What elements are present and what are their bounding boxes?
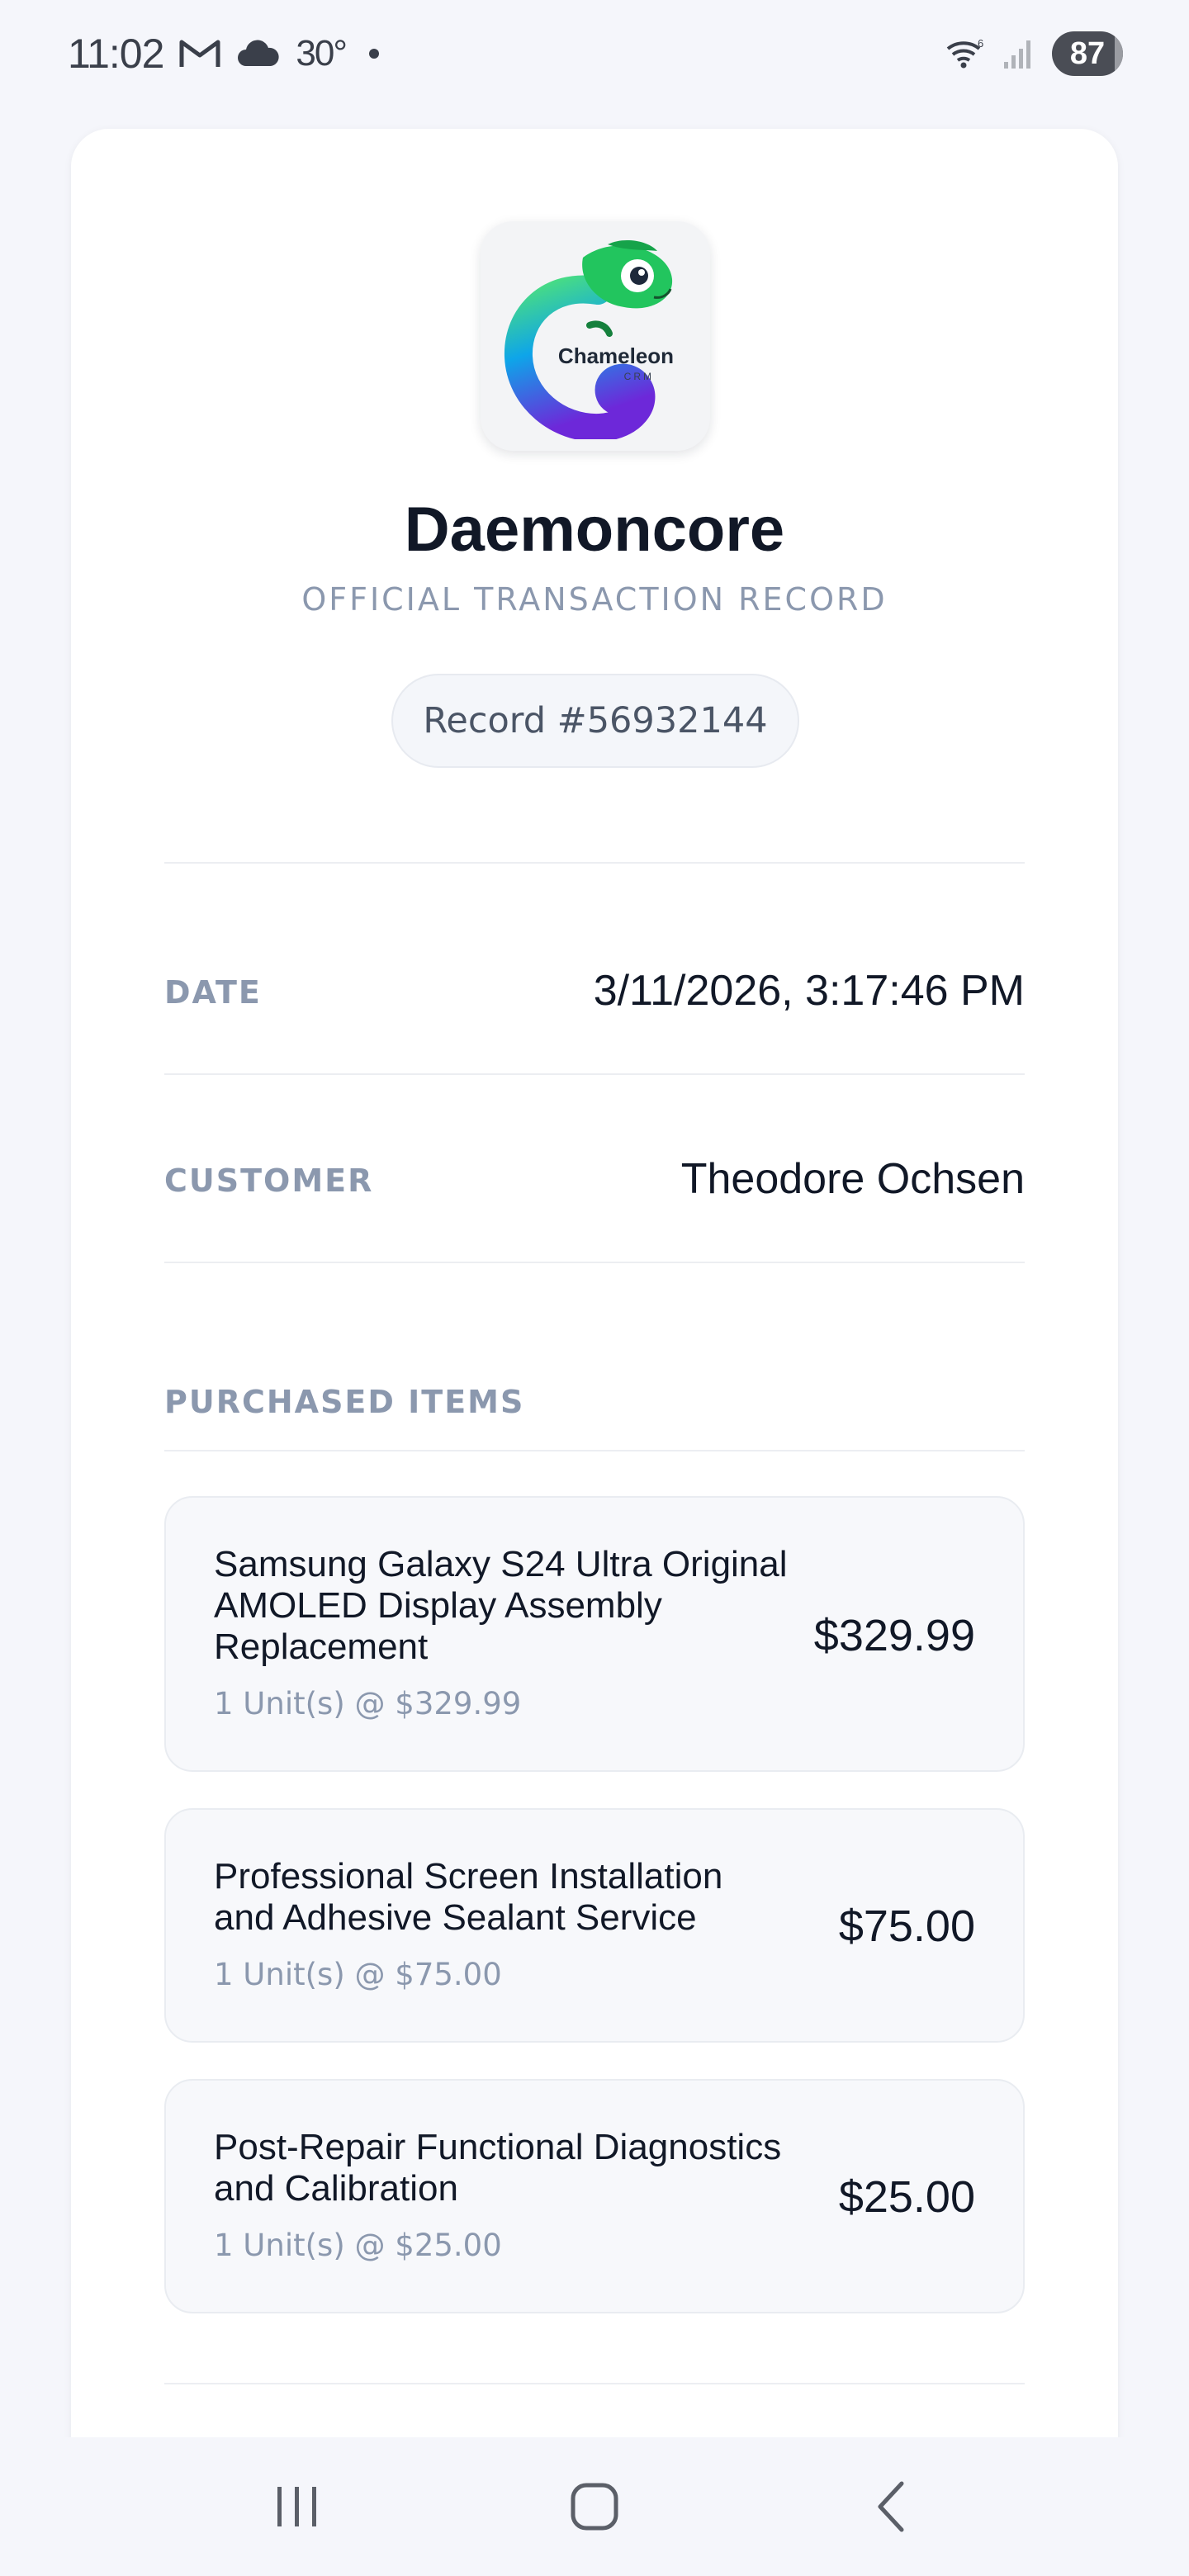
list-item: Professional Screen Installation and Adh… xyxy=(164,1808,1025,2043)
company-name: Daemoncore xyxy=(404,495,785,565)
divider xyxy=(164,1262,1025,1263)
record-subtitle: OFFICIAL TRANSACTION RECORD xyxy=(301,581,888,618)
svg-text:6: 6 xyxy=(978,37,983,50)
back-button[interactable] xyxy=(842,2457,941,2556)
back-icon xyxy=(878,2481,904,2532)
receipt-card: Chameleon CRM Daemoncore OFFICIAL TRANSA… xyxy=(71,129,1118,2523)
list-item: Samsung Galaxy S24 Ultra Original AMOLED… xyxy=(164,1496,1025,1772)
list-item: Post-Repair Functional Diagnostics and C… xyxy=(164,2079,1025,2313)
cloud-icon xyxy=(236,40,281,68)
record-number-badge: Record #56932144 xyxy=(391,674,799,768)
status-time: 11:02 xyxy=(68,31,164,77)
signal-icon xyxy=(1002,37,1035,70)
customer-label: CUSTOMER xyxy=(164,1163,374,1199)
divider xyxy=(164,1073,1025,1075)
divider xyxy=(164,2383,1025,2384)
app-logo: Chameleon CRM xyxy=(481,221,710,451)
item-name: Post-Repair Functional Diagnostics and C… xyxy=(214,2127,782,2209)
status-bar: 11:02 30° 6 87 xyxy=(0,0,1189,107)
home-icon xyxy=(571,2483,618,2531)
date-label: DATE xyxy=(164,974,262,1011)
purchased-items-label: PURCHASED ITEMS xyxy=(164,1384,525,1420)
status-temperature: 30° xyxy=(296,33,348,73)
home-button[interactable] xyxy=(545,2457,644,2556)
item-price: $75.00 xyxy=(838,1901,975,1951)
gmail-icon xyxy=(178,37,221,70)
item-name: Professional Screen Installation and Adh… xyxy=(214,1856,723,1938)
battery-level: 87 xyxy=(1069,36,1106,71)
divider xyxy=(164,1450,1025,1451)
svg-text:Chameleon: Chameleon xyxy=(558,343,674,368)
item-quantity: 1 Unit(s) @ $329.99 xyxy=(214,1686,522,1721)
item-quantity: 1 Unit(s) @ $25.00 xyxy=(214,2228,502,2263)
svg-text:CRM: CRM xyxy=(624,371,654,382)
customer-value: Theodore Ochsen xyxy=(680,1155,1025,1203)
divider xyxy=(164,862,1025,864)
recent-apps-icon xyxy=(277,2487,316,2526)
chameleon-logo-icon: Chameleon CRM xyxy=(504,239,674,439)
wifi-icon: 6 xyxy=(945,37,986,70)
navigation-bar xyxy=(0,2437,1189,2576)
item-quantity: 1 Unit(s) @ $75.00 xyxy=(214,1957,502,1992)
dot-icon xyxy=(368,49,379,59)
recent-apps-button[interactable] xyxy=(248,2457,347,2556)
item-price: $25.00 xyxy=(838,2172,975,2222)
battery-icon: 87 xyxy=(1052,31,1123,76)
item-name: Samsung Galaxy S24 Ultra Original AMOLED… xyxy=(214,1544,788,1667)
item-price: $329.99 xyxy=(813,1611,975,1660)
date-value: 3/11/2026, 3:17:46 PM xyxy=(593,967,1025,1015)
